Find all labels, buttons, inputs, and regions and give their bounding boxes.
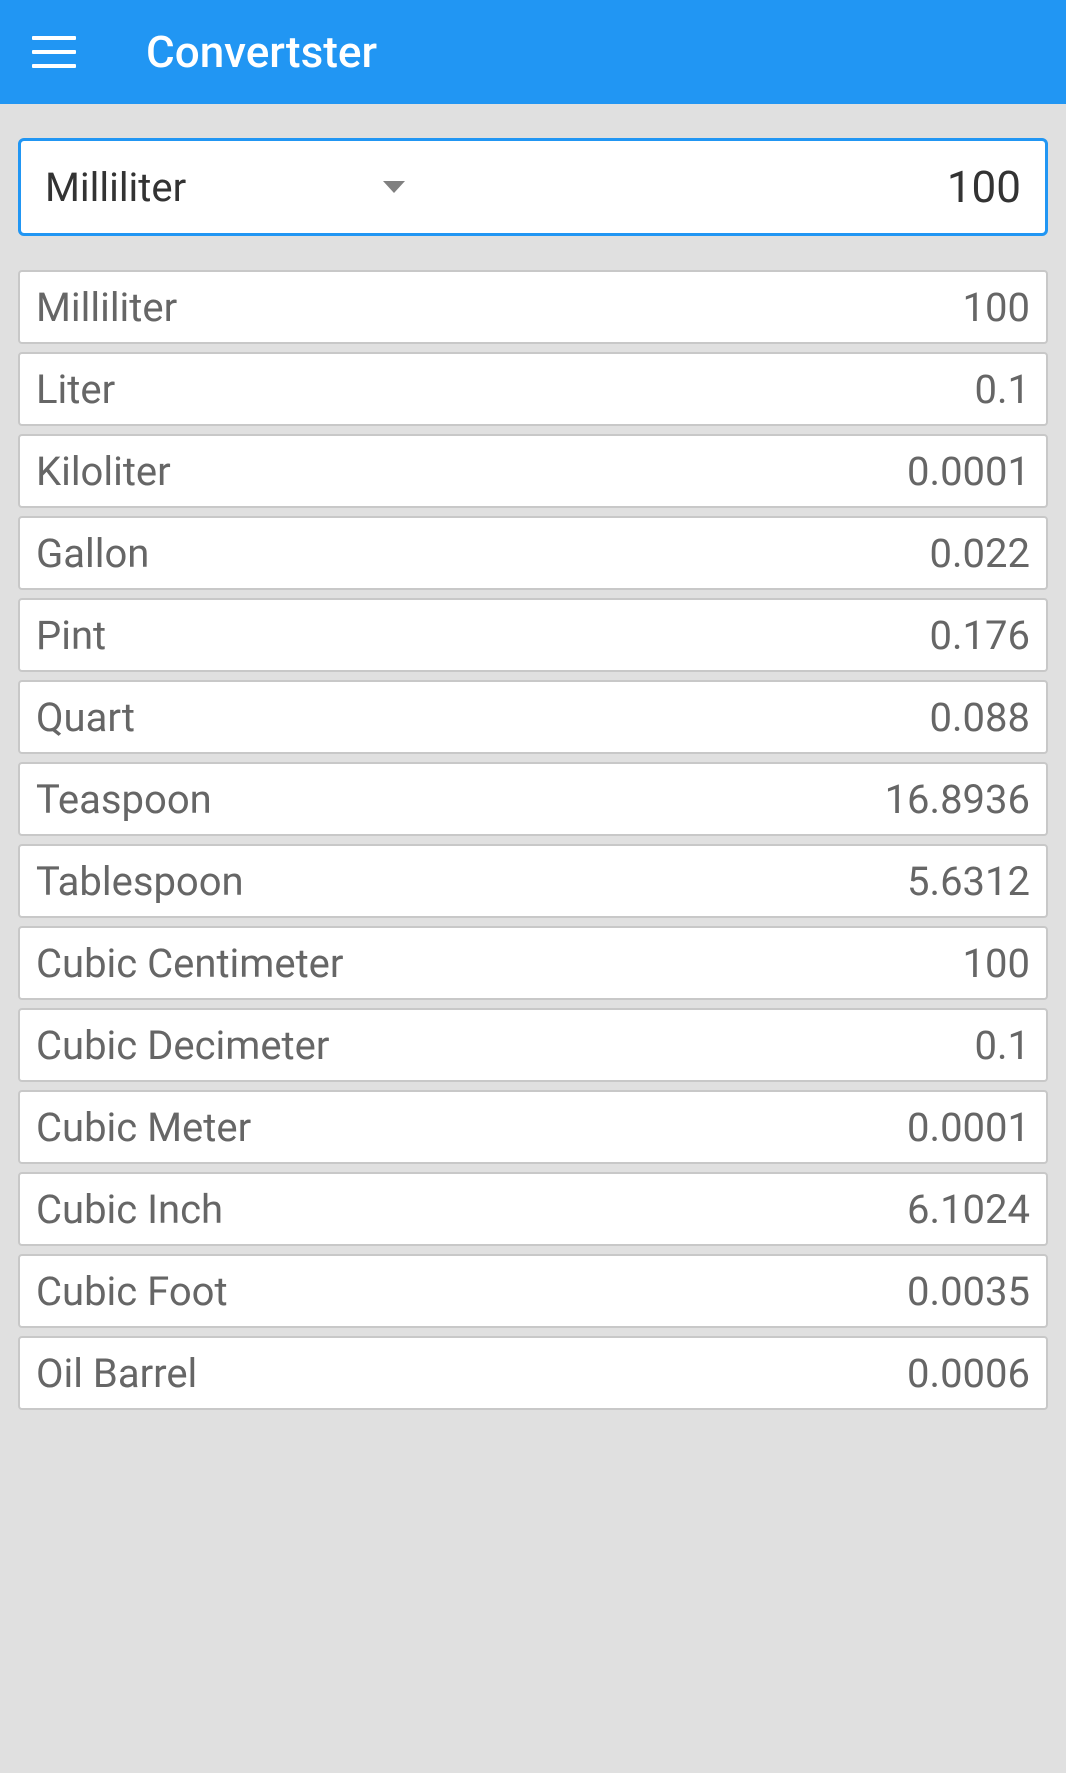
result-value: 6.1024 [907, 1186, 1030, 1233]
hamburger-menu-icon[interactable] [32, 36, 76, 68]
results-list: Milliliter 100 Liter 0.1 Kiloliter 0.0001 Gall… [18, 270, 1048, 1410]
result-unit-label: Liter [36, 366, 115, 413]
result-unit-label: Cubic Inch [36, 1186, 223, 1233]
result-unit-label: Kiloliter [36, 448, 171, 495]
result-value: 0.088 [930, 694, 1030, 741]
result-row[interactable]: Oil Barrel 0.0006 [18, 1336, 1048, 1410]
result-value: 0.0035 [907, 1268, 1030, 1315]
result-value: 0.0006 [907, 1350, 1030, 1397]
app-title: Convertster [146, 26, 377, 78]
result-row[interactable]: Liter 0.1 [18, 352, 1048, 426]
result-unit-label: Cubic Decimeter [36, 1022, 329, 1069]
unit-select-dropdown[interactable]: Milliliter [45, 164, 425, 211]
result-value: 100 [963, 940, 1030, 987]
result-unit-label: Pint [36, 612, 106, 659]
result-value: 0.1 [974, 1022, 1030, 1069]
value-input[interactable] [425, 161, 1021, 213]
result-row[interactable]: Cubic Foot 0.0035 [18, 1254, 1048, 1328]
app-header: Convertster [0, 0, 1066, 104]
result-row[interactable]: Cubic Decimeter 0.1 [18, 1008, 1048, 1082]
chevron-down-icon [383, 181, 405, 193]
result-value: 5.6312 [907, 858, 1030, 905]
result-row[interactable]: Cubic Inch 6.1024 [18, 1172, 1048, 1246]
result-row[interactable]: Quart 0.088 [18, 680, 1048, 754]
result-value: 100 [963, 284, 1030, 331]
result-unit-label: Cubic Foot [36, 1268, 228, 1315]
result-value: 0.176 [930, 612, 1030, 659]
result-row[interactable]: Cubic Meter 0.0001 [18, 1090, 1048, 1164]
input-row: Milliliter [18, 138, 1048, 236]
result-row[interactable]: Cubic Centimeter 100 [18, 926, 1048, 1000]
result-unit-label: Milliliter [36, 284, 177, 331]
result-value: 0.1 [974, 366, 1030, 413]
result-value: 0.022 [930, 530, 1030, 577]
result-row[interactable]: Milliliter 100 [18, 270, 1048, 344]
result-unit-label: Quart [36, 694, 135, 741]
result-row[interactable]: Gallon 0.022 [18, 516, 1048, 590]
result-unit-label: Cubic Meter [36, 1104, 251, 1151]
result-row[interactable]: Teaspoon 16.8936 [18, 762, 1048, 836]
result-unit-label: Teaspoon [36, 776, 212, 823]
result-value: 0.0001 [907, 448, 1030, 495]
result-row[interactable]: Pint 0.176 [18, 598, 1048, 672]
result-unit-label: Gallon [36, 530, 149, 577]
result-unit-label: Cubic Centimeter [36, 940, 343, 987]
result-value: 16.8936 [885, 776, 1030, 823]
content-area: Milliliter Milliliter 100 Liter 0.1 Kilolite… [0, 104, 1066, 1410]
result-unit-label: Oil Barrel [36, 1350, 197, 1397]
selected-unit-label: Milliliter [45, 164, 186, 211]
result-value: 0.0001 [907, 1104, 1030, 1151]
result-row[interactable]: Kiloliter 0.0001 [18, 434, 1048, 508]
result-row[interactable]: Tablespoon 5.6312 [18, 844, 1048, 918]
result-unit-label: Tablespoon [36, 858, 244, 905]
